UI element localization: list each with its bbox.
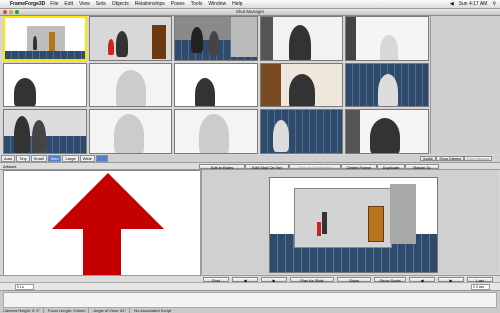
edit-in-rules-button[interactable]: Edit in Rules Program <box>199 163 245 175</box>
tab-med[interactable]: Med <box>47 155 62 162</box>
clip-duration-field[interactable]: 0 0 sec <box>471 283 490 290</box>
prev-button[interactable]: ◀ <box>409 276 435 283</box>
arrow-up-icon <box>52 173 164 229</box>
clip-start-field[interactable]: 0 Lo <box>15 283 34 290</box>
clock[interactable]: Sun 4:17 AM <box>459 1 488 7</box>
associated-script: No Associated Script <box>134 308 172 313</box>
pane-divider[interactable] <box>200 170 202 274</box>
menu-view[interactable]: View <box>79 1 90 7</box>
arrow-shaft <box>83 227 121 277</box>
menu-objects[interactable]: Objects <box>112 1 129 7</box>
play-slideshow-button[interactable]: Play As Slide Show <box>290 276 334 288</box>
focal-length: Focal Length: 9.8mm <box>48 308 90 313</box>
shot-thumbnail[interactable] <box>259 16 344 61</box>
shot-thumbnail[interactable] <box>3 16 87 61</box>
prev-shot-button[interactable]: ◀ <box>232 276 258 283</box>
zoom-button[interactable] <box>15 10 19 14</box>
shot-thumbnail[interactable] <box>174 62 258 108</box>
artwork-panel[interactable] <box>3 170 201 277</box>
edit-shot-on-set-button[interactable]: Edit Shot On Set <box>245 163 289 170</box>
status-area: Camera Height: 5' 0" Focal Length: 9.8mm… <box>0 290 500 313</box>
app-menu[interactable]: FrameForge3D <box>10 1 45 7</box>
shot-thumbnail[interactable] <box>345 16 429 61</box>
grid-empty-area <box>430 16 500 154</box>
shot-thumbnail[interactable] <box>3 62 87 108</box>
minimize-button[interactable] <box>9 10 13 14</box>
print-selected-button[interactable]: Print Selected <box>464 156 492 161</box>
tab-auto[interactable]: Auto <box>1 155 16 162</box>
last-shot-button[interactable]: Last Shot <box>467 276 493 288</box>
menu-file[interactable]: File <box>50 1 58 7</box>
shot-notes-field[interactable] <box>3 292 497 308</box>
status-bar: Camera Height: 5' 0" Focal Length: 9.8mm… <box>3 308 174 313</box>
menu-relationships[interactable]: Relationships <box>135 1 165 7</box>
duplicate-button[interactable]: Duplicate <box>377 163 405 170</box>
playback-bar: First Shot ◀ ▶ Play As Slide Show Show B… <box>0 275 500 288</box>
shot-preview-pane <box>203 170 499 274</box>
tab-large[interactable]: Large <box>62 155 79 162</box>
menu-bar: FrameForge3D File Edit View Sets Objects… <box>0 0 500 9</box>
menu-window[interactable]: Window <box>208 1 226 7</box>
shot-thumbnail-grid <box>3 16 429 154</box>
return-to-set-button[interactable]: Return To Set <box>405 163 439 175</box>
shot-toolbar: Artwork Edit in Rules Program Edit Shot … <box>0 163 500 175</box>
show-blueprint-button[interactable]: Show Blueprint <box>337 276 371 288</box>
menu-poses[interactable]: Poses <box>171 1 185 7</box>
menu-tools[interactable]: Tools <box>191 1 203 7</box>
shot-thumbnail[interactable] <box>174 109 258 154</box>
add-continuing-shot-button[interactable]: Add as Continuing Shot <box>289 163 341 175</box>
shot-thumbnail[interactable] <box>345 109 429 154</box>
shot-preview-image <box>269 177 438 273</box>
next-shot-button[interactable]: ▶ <box>261 276 287 283</box>
show-deleted-button[interactable]: Show Deleted <box>436 156 465 161</box>
spotlight-icon[interactable]: ⚲ <box>492 1 496 7</box>
window-titlebar: Shot Manager <box>0 9 500 16</box>
tab-extra[interactable] <box>95 155 108 162</box>
first-shot-button[interactable]: First Shot <box>203 276 229 288</box>
window-title: Shot Manager <box>235 9 265 14</box>
angle-of-view: Angle of View: 61° <box>93 308 131 313</box>
close-button[interactable] <box>3 10 7 14</box>
switch-button[interactable]: Switch <box>420 156 437 161</box>
tab-wide[interactable]: Wide <box>79 155 95 162</box>
clip-bar: 0 Lo 0 0 sec <box>0 282 500 290</box>
pane-label: Artwork <box>3 163 17 169</box>
delete-frame-button[interactable]: Delete Frame <box>341 163 377 170</box>
shot-thumbnail[interactable] <box>259 62 344 108</box>
shot-thumbnail[interactable] <box>88 16 173 61</box>
show-script-button[interactable]: Show Script <box>374 276 406 283</box>
shot-thumbnail[interactable] <box>88 109 173 154</box>
menu-edit[interactable]: Edit <box>64 1 73 7</box>
shot-thumbnail[interactable] <box>3 109 87 154</box>
right-controls: Switch Show Deleted Print Selected <box>420 156 492 161</box>
camera-height: Camera Height: 5' 0" <box>3 308 44 313</box>
tab-small[interactable]: Small <box>30 155 47 162</box>
menu-sets[interactable]: Sets <box>96 1 106 7</box>
tab-tiny[interactable]: Tiny <box>16 155 30 162</box>
shot-thumbnail[interactable] <box>259 109 344 154</box>
volume-icon[interactable]: ◀ <box>450 1 454 7</box>
shot-thumbnail[interactable] <box>345 62 429 108</box>
shot-thumbnail[interactable] <box>88 62 173 108</box>
menu-help[interactable]: Help <box>232 1 242 7</box>
shot-thumbnail[interactable] <box>174 16 258 61</box>
next-button[interactable]: ▶ <box>438 276 464 283</box>
